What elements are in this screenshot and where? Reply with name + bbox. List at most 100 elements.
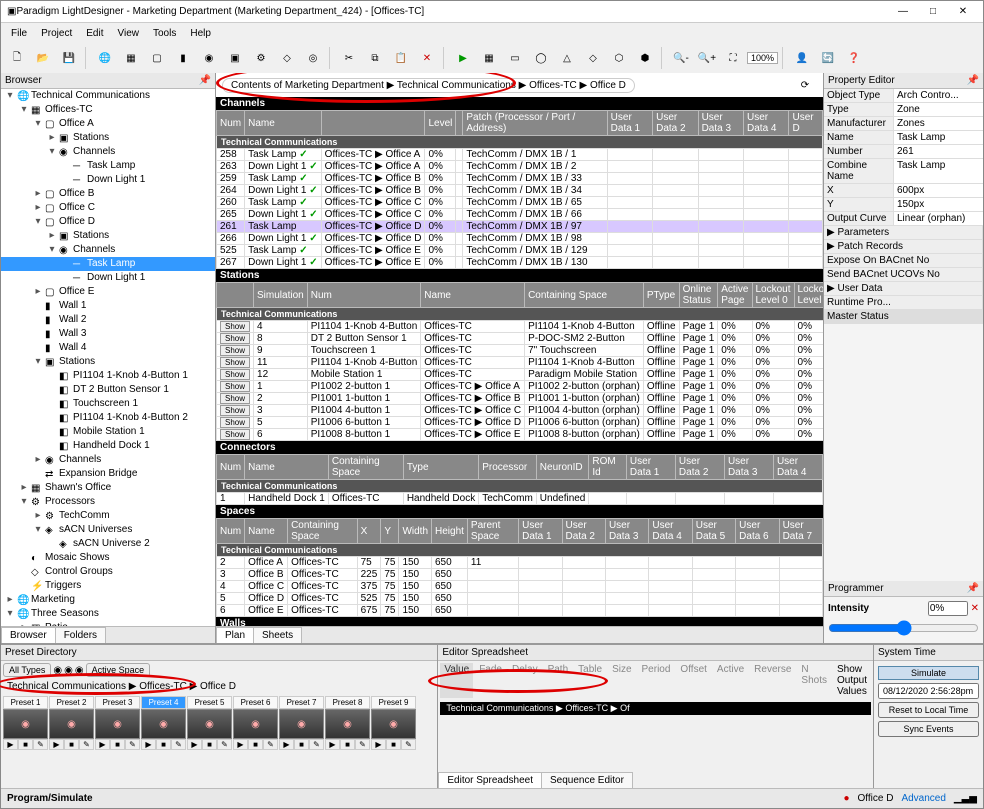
tree-twisty-icon[interactable]: ▸ [33,201,43,215]
save-icon[interactable]: 💾 [57,46,81,70]
simulate-button[interactable]: Simulate [878,666,979,680]
col-header[interactable]: User Data 1 [607,111,652,136]
tree-node[interactable]: ▸▦Shawn's Office [1,481,215,495]
tab-editor-spreadsheet[interactable]: Editor Spreadsheet [438,772,542,788]
preset-stop-icon[interactable]: ■ [64,739,79,750]
prop-value[interactable]: Task Lamp [894,131,983,144]
prop-value[interactable]: Arch Contro... [894,89,983,102]
prop-value[interactable]: Zones [894,117,983,130]
show-button[interactable]: Show [220,333,250,344]
prop-group[interactable]: Expose On BACnet No [824,254,983,267]
filter-all-types[interactable]: All Types [3,663,51,677]
col-header[interactable]: Containing Space [288,519,358,544]
menu-view[interactable]: View [111,26,145,41]
col-header[interactable]: Containing Space [525,283,644,308]
shape1-icon[interactable]: ▭ [503,46,527,70]
preset-edit-icon[interactable]: ✎ [217,739,232,750]
prop-group[interactable]: ▶ Patch Records [824,240,983,253]
show-button[interactable]: Show [220,417,250,428]
col-header[interactable]: Num [307,283,421,308]
preset-stop-icon[interactable]: ■ [18,739,33,750]
menu-help[interactable]: Help [184,26,217,41]
channel-icon[interactable]: ◉ [197,46,221,70]
preset-play-icon[interactable]: ▶ [325,739,340,750]
editor-btn-show-output-values[interactable]: Show Output Values [833,663,871,698]
col-header[interactable]: Patch (Processor / Port / Address) [463,111,607,136]
tree-node[interactable]: ─Task Lamp [1,257,215,271]
tree-twisty-icon[interactable]: ▾ [47,145,57,159]
col-header[interactable]: Height [432,519,468,544]
prop-value[interactable]: Task Lamp [894,159,983,183]
table-row[interactable]: 263Down Light 1 ✓Offices-TC ▶ Office A0%… [217,161,823,173]
col-header[interactable]: User Data 1 [519,519,562,544]
tree-node[interactable]: ◈sACN Universe 2 [1,537,215,551]
col-header[interactable]: User Data 4 [744,111,789,136]
preset-cell[interactable]: Preset 7◉▶■✎ [279,696,324,750]
tree-node[interactable]: ▸▢Office E [1,285,215,299]
tree-node[interactable]: ▸▣Stations [1,131,215,145]
prop-value[interactable]: Linear (orphan) [894,212,983,225]
preset-play-icon[interactable]: ▶ [279,739,294,750]
shape5-icon[interactable]: ⬡ [607,46,631,70]
show-button[interactable]: Show [220,321,250,332]
preset-edit-icon[interactable]: ✎ [263,739,278,750]
col-header[interactable]: User D [789,111,823,136]
panel-pin-icon[interactable]: 📌 [967,75,979,86]
tree-node[interactable]: ▸◉Channels [1,453,215,467]
tree-node[interactable]: ▾🌐Technical Communications [1,89,215,103]
preset-play-icon[interactable]: ▶ [187,739,202,750]
editor-btn-active[interactable]: Active [713,663,748,698]
preset-cell[interactable]: Preset 1◉▶■✎ [3,696,48,750]
new-icon[interactable]: 🗋 [5,46,29,70]
prop-value[interactable]: 600px [894,184,983,197]
copy-icon[interactable]: ⧉ [363,46,387,70]
station-icon[interactable]: ▣ [223,46,247,70]
shape6-icon[interactable]: ⬢ [633,46,657,70]
tree-twisty-icon[interactable]: ▸ [33,285,43,299]
group-icon[interactable]: ◇ [275,46,299,70]
tree-twisty-icon[interactable]: ▾ [47,243,57,257]
tree-twisty-icon[interactable]: ▸ [5,593,15,607]
tree-node[interactable]: ─Down Light 1 [1,173,215,187]
show-button[interactable]: Show [220,357,250,368]
tree-twisty-icon[interactable]: ▾ [33,523,43,537]
tree-twisty-icon[interactable]: ▸ [33,453,43,467]
tree-node[interactable]: ◇Control Groups [1,565,215,579]
prop-group[interactable]: Send BACnet UCOVs No [824,268,983,281]
table-row[interactable]: 6Office EOffices-TC67575150650 [217,605,823,617]
col-header[interactable]: Width [399,519,432,544]
panel-pin-icon[interactable]: 📌 [967,583,979,594]
sync-events-button[interactable]: Sync Events [878,721,979,737]
col-header[interactable]: User Data 3 [724,455,773,480]
editor-btn-reverse[interactable]: Reverse [750,663,795,698]
table-row[interactable]: 2Office AOffices-TC757515065011 [217,557,823,569]
preset-stop-icon[interactable]: ■ [110,739,125,750]
breadcrumb[interactable]: Contents of Marketing Department ▶ Techn… [222,78,635,93]
preset-play-icon[interactable]: ▶ [3,739,18,750]
preset-cell[interactable]: Preset 6◉▶■✎ [233,696,278,750]
preset-edit-icon[interactable]: ✎ [355,739,370,750]
tree-node[interactable]: ▾⚙Processors [1,495,215,509]
preset-edit-icon[interactable]: ✎ [33,739,48,750]
tree-node[interactable]: ▾▣Stations [1,355,215,369]
status-network[interactable]: Advanced [901,793,945,804]
maximize-button[interactable]: □ [919,3,947,21]
tree-node[interactable]: ▸⚙TechComm [1,509,215,523]
tree-twisty-icon[interactable]: ▾ [19,103,29,117]
table-row[interactable]: Show5PI1006 6-button 1Offices-TC ▶ Offic… [217,417,824,429]
preset-cell[interactable]: Preset 9◉▶■✎ [371,696,416,750]
col-header[interactable]: User Data 7 [779,519,822,544]
tree-node[interactable]: ▾◉Channels [1,243,215,257]
table-row[interactable]: 258Task Lamp ✓Offices-TC ▶ Office A0%Tec… [217,149,823,161]
col-header[interactable]: User Data 4 [649,519,692,544]
tree-node[interactable]: ◧Mobile Station 1 [1,425,215,439]
preset-stop-icon[interactable]: ■ [340,739,355,750]
show-button[interactable]: Show [220,405,250,416]
filter-icon[interactable]: ◉ [64,665,73,676]
editor-btn-delay[interactable]: Delay [508,663,542,698]
col-header[interactable]: Simulation [254,283,308,308]
preset-play-icon[interactable]: ▶ [141,739,156,750]
col-header[interactable]: Online Status [679,283,718,308]
preset-stop-icon[interactable]: ■ [386,739,401,750]
tree-node[interactable]: ⚡Triggers [1,579,215,593]
